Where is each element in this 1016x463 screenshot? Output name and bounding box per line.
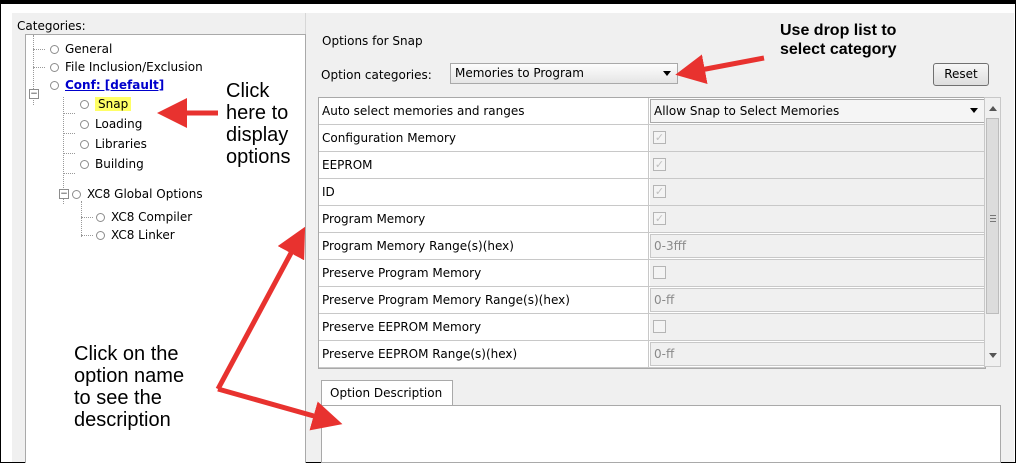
- annotation-arrows: [157, 54, 765, 431]
- arrow-to-option-name: [215, 226, 306, 391]
- arrow-to-description: [217, 386, 343, 431]
- arrow-to-dropdown: [675, 54, 765, 84]
